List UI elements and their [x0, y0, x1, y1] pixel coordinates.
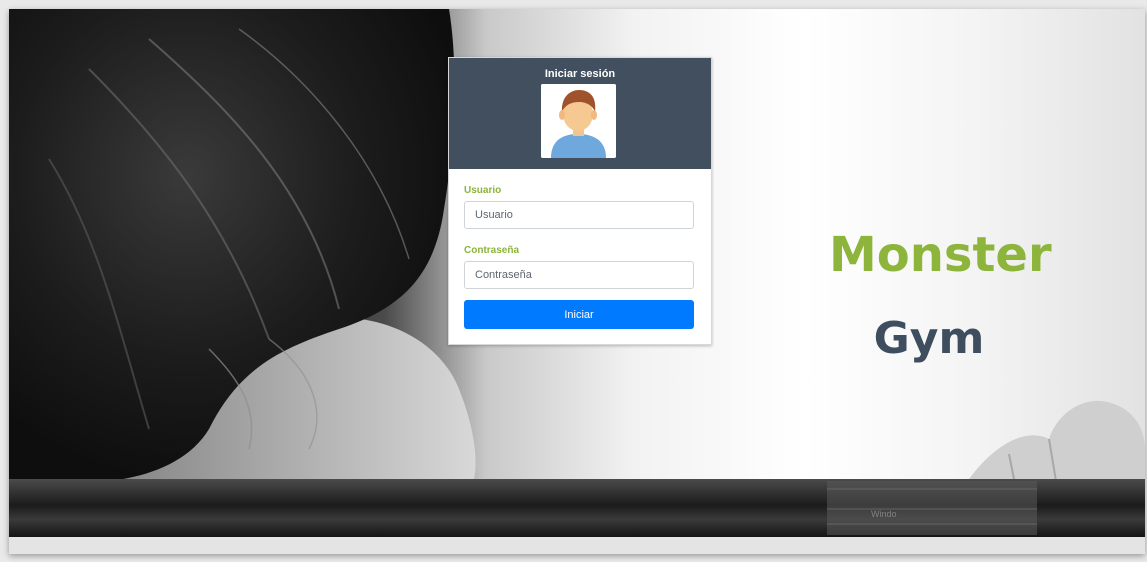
user-avatar-icon [541, 84, 616, 158]
brand-name-secondary: Gym [873, 313, 985, 364]
login-title: Iniciar sesión [544, 68, 616, 80]
activation-watermark: Windo [871, 509, 897, 519]
login-card-header: Iniciar sesión [449, 58, 711, 169]
login-page: Iniciar sesión Usuario Contras [9, 9, 1145, 554]
avatar [541, 84, 616, 158]
login-card: Iniciar sesión Usuario Contras [448, 57, 712, 345]
username-label: Usuario [464, 185, 502, 196]
login-button[interactable]: Iniciar [464, 300, 694, 329]
screenshot-frame: Iniciar sesión Usuario Contras [0, 0, 1147, 562]
username-input[interactable] [464, 201, 694, 229]
brand-name-primary: Monster [829, 227, 1052, 283]
password-input[interactable] [464, 261, 694, 289]
password-label: Contraseña [464, 245, 520, 256]
login-form: Usuario Contraseña Iniciar [449, 169, 711, 329]
